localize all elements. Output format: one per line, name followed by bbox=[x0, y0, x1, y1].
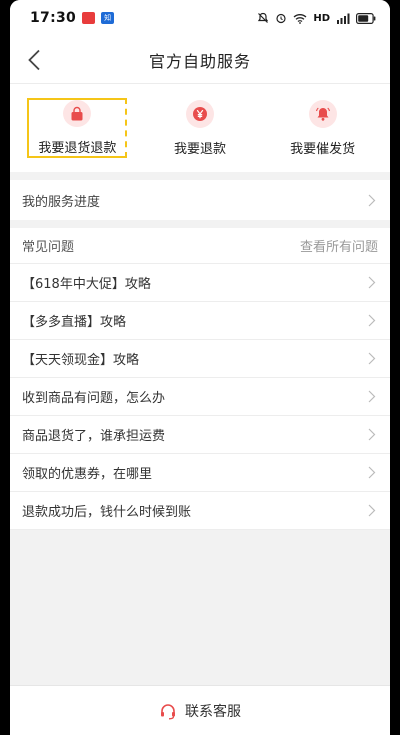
faq-item-label: 【618年中大促】攻略 bbox=[22, 277, 151, 292]
service-actions: 我要退货退款 我要退款 我要催发货 bbox=[10, 84, 390, 172]
faq-item[interactable]: 收到商品有问题，怎么办 bbox=[10, 378, 390, 416]
faq-item-label: 【天天领现金】攻略 bbox=[22, 353, 140, 368]
faq-item[interactable]: 领取的优惠券，在哪里 bbox=[10, 454, 390, 492]
wifi-icon bbox=[293, 13, 307, 24]
bell-mute-icon bbox=[258, 12, 269, 23]
page-title: 官方自助服务 bbox=[148, 51, 251, 71]
faq-item-label: 商品退货了，谁承担运费 bbox=[22, 429, 166, 444]
notification-badge-red-icon bbox=[82, 12, 96, 24]
faq-item-label: 收到商品有问题，怎么办 bbox=[22, 391, 166, 406]
faq-title: 常见问题 bbox=[22, 240, 75, 255]
chevron-left-icon bbox=[28, 49, 40, 71]
faq-item[interactable]: 【618年中大促】攻略 bbox=[10, 264, 390, 302]
return-refund-button[interactable]: 我要退货退款 bbox=[27, 98, 128, 158]
service-progress-label: 我的服务进度 bbox=[22, 194, 101, 210]
faq-list: 【618年中大促】攻略 【多多直播】攻略 【天天领现金】攻略 收到商品有问题，怎… bbox=[10, 264, 390, 530]
urge-shipping-label: 我要催发货 bbox=[290, 141, 356, 157]
bag-icon bbox=[71, 106, 83, 120]
chevron-right-icon bbox=[368, 504, 378, 518]
faq-item[interactable]: 商品退货了，谁承担运费 bbox=[10, 416, 390, 454]
view-all-questions-link[interactable]: 查看所有问题 bbox=[300, 236, 378, 255]
bell-icon bbox=[315, 107, 330, 121]
chevron-right-icon bbox=[368, 428, 378, 442]
faq-item-label: 领取的优惠券，在哪里 bbox=[22, 467, 153, 482]
chevron-right-icon bbox=[368, 314, 378, 328]
urge-shipping-button[interactable]: 我要催发货 bbox=[273, 98, 373, 158]
refund-label: 我要退款 bbox=[173, 141, 226, 157]
chevron-right-icon bbox=[368, 352, 378, 366]
return-refund-label: 我要退货退款 bbox=[38, 141, 117, 156]
battery-icon bbox=[356, 12, 376, 24]
yen-icon-wrap bbox=[185, 99, 214, 128]
contact-support-label: 联系客服 bbox=[185, 703, 241, 720]
faq-item-label: 【多多直播】攻略 bbox=[22, 315, 127, 330]
faq-item[interactable]: 退款成功后，钱什么时候到账 bbox=[10, 492, 390, 530]
faq-item-label: 退款成功后，钱什么时候到账 bbox=[22, 505, 192, 520]
chevron-right-icon bbox=[368, 276, 378, 290]
faq-item[interactable]: 【天天领现金】攻略 bbox=[10, 340, 390, 378]
phone-screen: 17:30 知 HD 官方自助服务 我要退货退款 我要退款 我要催发货 我的服务… bbox=[10, 0, 390, 735]
headset-icon bbox=[161, 703, 175, 719]
contact-support-button[interactable]: 联系客服 bbox=[10, 685, 390, 735]
signal-icon bbox=[337, 13, 350, 24]
chevron-right-icon bbox=[368, 466, 378, 480]
back-button[interactable] bbox=[20, 46, 48, 74]
notification-badge-blue: 知 bbox=[101, 12, 115, 24]
chevron-right-icon bbox=[368, 193, 378, 207]
chevron-right-icon bbox=[368, 390, 378, 404]
alarm-icon bbox=[276, 13, 286, 24]
service-progress-row[interactable]: 我的服务进度 bbox=[10, 180, 390, 220]
status-bar: 17:30 知 HD bbox=[10, 0, 390, 36]
bell-icon-wrap bbox=[308, 99, 337, 128]
refund-button[interactable]: 我要退款 bbox=[150, 98, 250, 158]
hd-indicator: HD bbox=[313, 12, 330, 24]
faq-item[interactable]: 【多多直播】攻略 bbox=[10, 302, 390, 340]
app-header: 官方自助服务 bbox=[10, 36, 390, 84]
status-time: 17:30 bbox=[30, 10, 77, 26]
bag-icon-wrap bbox=[63, 100, 92, 127]
yen-icon bbox=[192, 106, 207, 121]
faq-header: 常见问题 查看所有问题 bbox=[10, 228, 390, 264]
